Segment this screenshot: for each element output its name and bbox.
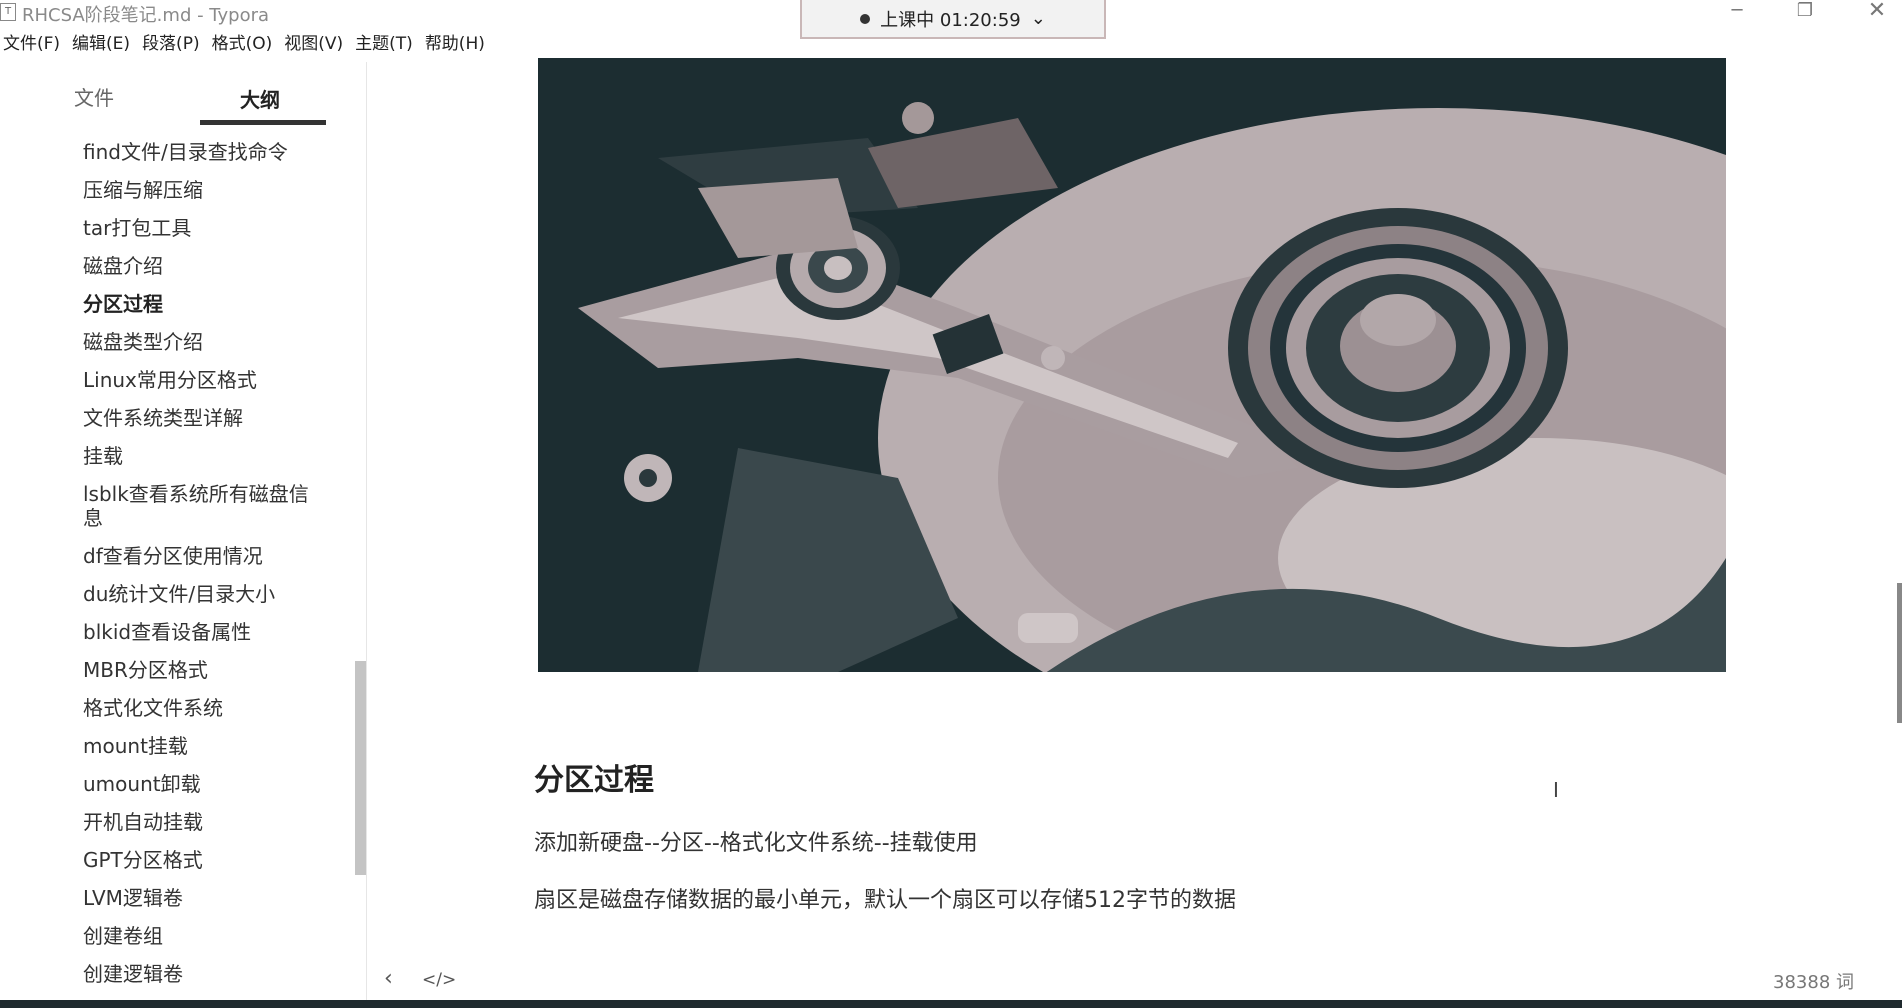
active-tab-indicator — [200, 120, 326, 125]
tab-outline[interactable]: 大纲 — [240, 84, 280, 113]
outline-item[interactable]: 格式化文件系统 — [83, 690, 323, 728]
menu-file[interactable]: 文件(F) — [0, 30, 69, 60]
outline-list: find文件/目录查找命令 压缩与解压缩 tar打包工具 磁盘介绍 分区过程 磁… — [83, 134, 323, 994]
title-bar: T RHCSA阶段笔记.md - Typora 上课中 01:20:59 ⌄ ─… — [0, 0, 1902, 39]
editor-scrollbar[interactable] — [1897, 583, 1902, 723]
paragraph-sector[interactable]: 扇区是磁盘存储数据的最小单元，默认一个扇区可以存储512字节的数据 — [534, 882, 1236, 914]
outline-item[interactable]: 压缩与解压缩 — [83, 172, 323, 210]
outline-item[interactable]: 磁盘类型介绍 — [83, 324, 323, 362]
source-code-mode-icon[interactable]: </> — [422, 970, 456, 990]
menu-help[interactable]: 帮助(H) — [422, 30, 494, 60]
taskbar-edge — [0, 1000, 1902, 1008]
outline-item[interactable]: du统计文件/目录大小 — [83, 576, 323, 614]
outline-item[interactable]: lsblk查看系统所有磁盘信息 — [83, 476, 323, 538]
outline-item[interactable]: Linux常用分区格式 — [83, 362, 323, 400]
outline-item[interactable]: tar打包工具 — [83, 210, 323, 248]
outline-item[interactable]: LVM逻辑卷 — [83, 880, 323, 918]
outline-item[interactable]: mount挂载 — [83, 728, 323, 766]
menu-view[interactable]: 视图(V) — [281, 30, 352, 60]
chevron-left-icon[interactable]: ‹ — [384, 966, 393, 991]
hard-disk-illustration — [538, 58, 1726, 672]
outline-item[interactable]: 创建逻辑卷 — [83, 956, 323, 994]
menu-paragraph[interactable]: 段落(P) — [139, 30, 209, 60]
recording-dot-icon — [860, 13, 871, 24]
outline-item-active[interactable]: 分区过程 — [83, 286, 323, 324]
section-heading[interactable]: 分区过程 — [534, 755, 654, 799]
window-title: RHCSA阶段笔记.md - Typora — [22, 5, 270, 26]
sidebar: 文件 大纲 find文件/目录查找命令 压缩与解压缩 tar打包工具 磁盘介绍 … — [0, 62, 367, 1000]
outline-item[interactable]: 创建卷组 — [83, 918, 323, 956]
outline-item[interactable]: find文件/目录查找命令 — [83, 134, 323, 172]
menu-format[interactable]: 格式(O) — [209, 30, 282, 60]
outline-item[interactable]: blkid查看设备属性 — [83, 614, 323, 652]
tab-files[interactable]: 文件 — [74, 82, 114, 111]
class-timer-label: 上课中 01:20:59 — [880, 9, 1021, 31]
hard-disk-image — [538, 58, 1726, 672]
outline-item[interactable]: 磁盘介绍 — [83, 248, 323, 286]
minimize-button[interactable]: ─ — [1712, 0, 1762, 24]
outline-item[interactable]: umount卸载 — [83, 766, 323, 804]
sidebar-scrollbar[interactable] — [355, 661, 366, 875]
outline-item[interactable]: 开机自动挂载 — [83, 804, 323, 842]
outline-item[interactable]: 挂载 — [83, 438, 323, 476]
class-timer-banner[interactable]: 上课中 01:20:59 ⌄ — [800, 0, 1106, 39]
outline-item[interactable]: df查看分区使用情况 — [83, 538, 323, 576]
typora-app-icon: T — [0, 3, 16, 21]
word-count[interactable]: 38388 词 — [1773, 968, 1854, 994]
chevron-down-icon[interactable]: ⌄ — [1031, 8, 1046, 29]
close-button[interactable]: ✕ — [1852, 0, 1902, 24]
menu-bar: 文件(F) 编辑(E) 段落(P) 格式(O) 视图(V) 主题(T) 帮助(H… — [0, 30, 494, 60]
outline-item[interactable]: 文件系统类型详解 — [83, 400, 323, 438]
text-cursor-icon: I — [1553, 778, 1559, 802]
editor-area[interactable]: 分区过程 添加新硬盘--分区--格式化文件系统--挂载使用 扇区是磁盘存储数据的… — [367, 58, 1902, 1000]
restore-button[interactable]: ❐ — [1780, 0, 1830, 24]
outline-item[interactable]: MBR分区格式 — [83, 652, 323, 690]
paragraph-steps[interactable]: 添加新硬盘--分区--格式化文件系统--挂载使用 — [534, 825, 978, 857]
menu-edit[interactable]: 编辑(E) — [69, 30, 139, 60]
outline-item[interactable]: GPT分区格式 — [83, 842, 323, 880]
menu-themes[interactable]: 主题(T) — [352, 30, 422, 60]
